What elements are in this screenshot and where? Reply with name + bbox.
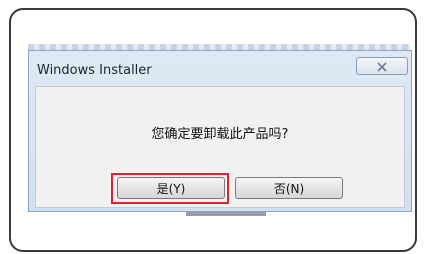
background-window-edge: [186, 212, 266, 216]
highlight-box: [111, 173, 229, 204]
close-button[interactable]: [356, 57, 408, 75]
no-button[interactable]: 否(N): [235, 177, 343, 199]
dialog-title: Windows Installer: [37, 63, 152, 78]
confirm-message: 您确定要卸载此产品吗?: [151, 127, 289, 142]
close-x-icon: [375, 57, 389, 76]
